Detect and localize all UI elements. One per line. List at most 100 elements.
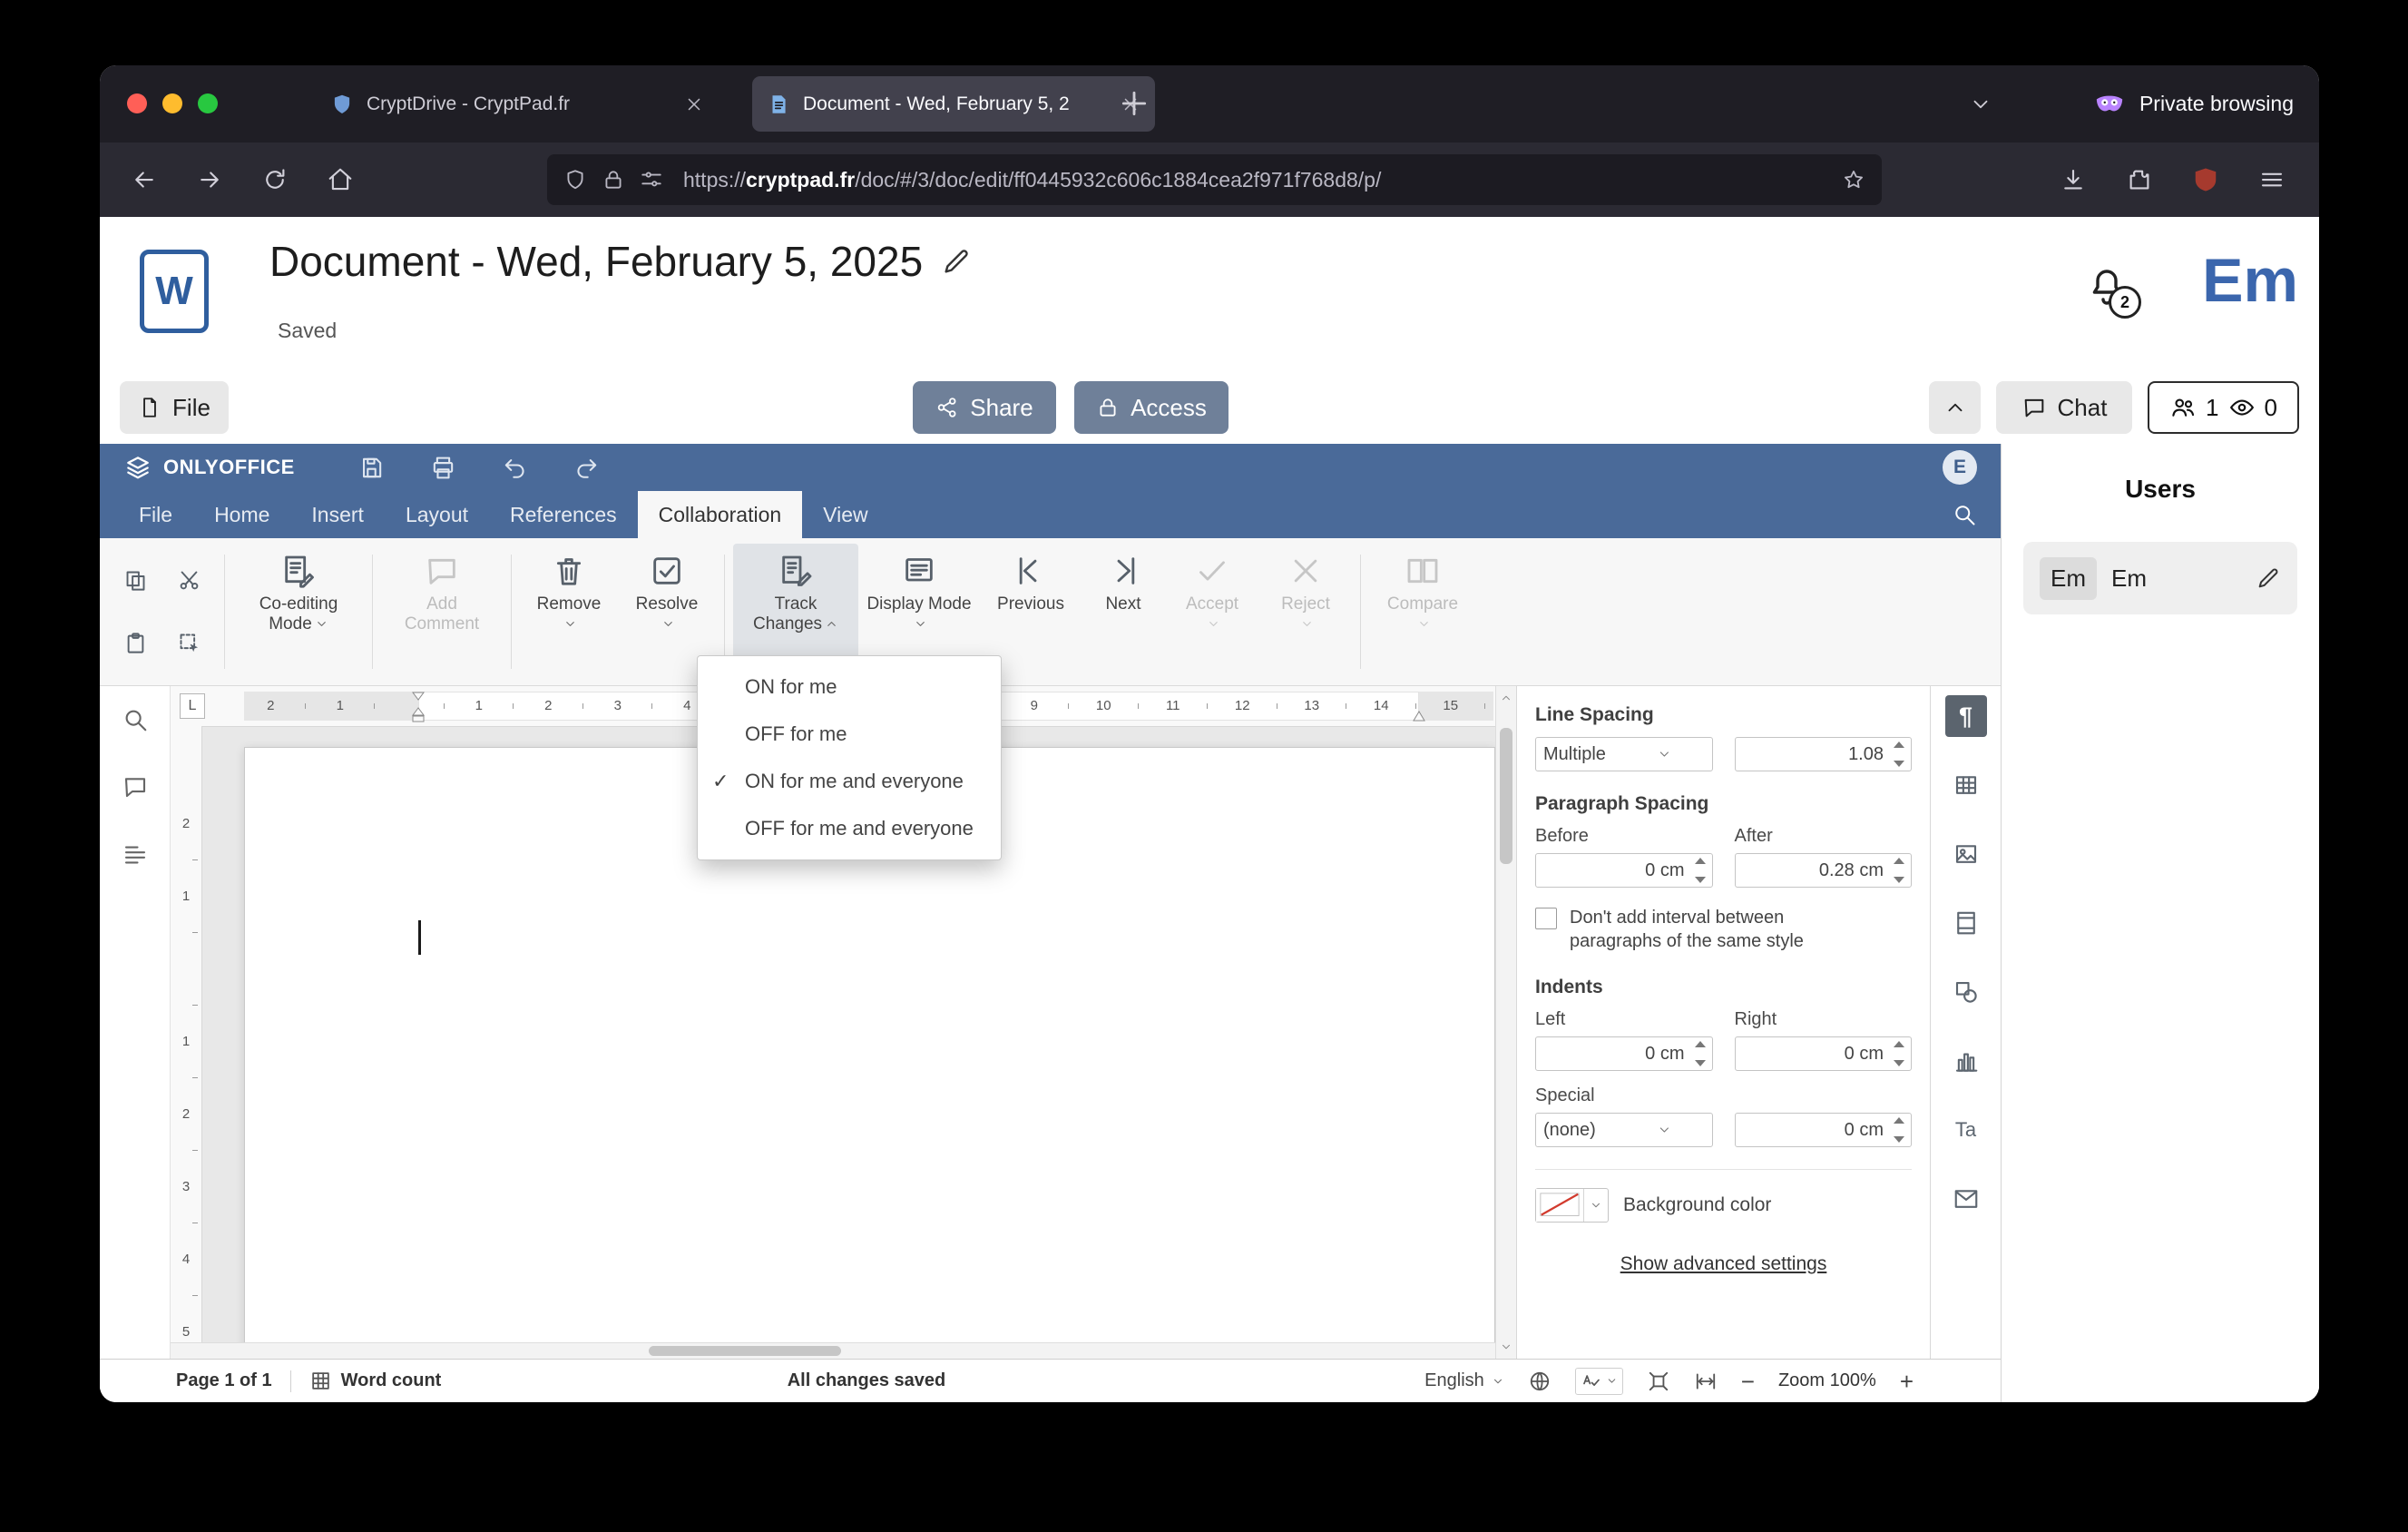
share-button[interactable]: Share bbox=[913, 381, 1056, 434]
select-all-icon[interactable] bbox=[177, 631, 201, 655]
indent-right-spinner[interactable]: 0 cm bbox=[1734, 1036, 1912, 1071]
browser-tab-cryptdrive[interactable]: CryptDrive - CryptPad.fr bbox=[316, 76, 719, 132]
extensions-button[interactable] bbox=[2126, 166, 2153, 193]
close-window-button[interactable] bbox=[127, 93, 147, 113]
coediting-mode-button[interactable]: Co-editing Mode bbox=[233, 544, 364, 680]
no-interval-checkbox[interactable] bbox=[1535, 908, 1557, 929]
minimize-window-button[interactable] bbox=[162, 93, 182, 113]
vertical-scroll-thumb[interactable] bbox=[1500, 728, 1512, 864]
browser-tab-document[interactable]: Document - Wed, February 5, 2 bbox=[752, 76, 1155, 132]
collapse-toolbar-button[interactable] bbox=[1929, 381, 1981, 434]
indent-marker-right[interactable] bbox=[1412, 710, 1426, 722]
mail-merge-tab[interactable] bbox=[1945, 1178, 1987, 1220]
editor-menu-tab[interactable]: Collaboration bbox=[637, 491, 803, 538]
advanced-settings-link[interactable]: Show advanced settings bbox=[1535, 1253, 1912, 1275]
word-count-button[interactable]: Word count bbox=[309, 1370, 441, 1392]
zoom-level[interactable]: Zoom 100% bbox=[1778, 1370, 1876, 1391]
back-button[interactable] bbox=[131, 166, 158, 193]
shape-settings-tab[interactable] bbox=[1945, 971, 1987, 1013]
fit-page-icon[interactable] bbox=[1647, 1370, 1670, 1393]
page-indicator[interactable]: Page 1 of 1 bbox=[176, 1370, 272, 1391]
editor-menu-tab[interactable]: Home bbox=[193, 491, 290, 538]
chat-button[interactable]: Chat bbox=[1996, 381, 2132, 434]
new-tab-button[interactable] bbox=[1116, 85, 1152, 122]
find-icon[interactable] bbox=[122, 706, 149, 733]
close-tab-icon[interactable] bbox=[684, 94, 704, 114]
notifications-bell[interactable]: 2 bbox=[2085, 264, 2141, 319]
indent-left-spinner[interactable]: 0 cm bbox=[1535, 1036, 1713, 1071]
zoom-in-button[interactable]: + bbox=[1900, 1370, 1914, 1393]
tab-stop-selector[interactable]: L bbox=[180, 693, 205, 719]
ublock-origin-icon[interactable] bbox=[2192, 166, 2219, 193]
track-changes-menu-item[interactable]: ✓ OFF for me and everyone bbox=[698, 805, 1001, 852]
print-button[interactable] bbox=[430, 455, 456, 481]
text-art-settings-tab[interactable]: Ta bbox=[1945, 1109, 1987, 1151]
set-language-icon[interactable] bbox=[1528, 1370, 1551, 1393]
list-tabs-chevron-icon[interactable] bbox=[1969, 93, 1992, 116]
fit-width-icon[interactable] bbox=[1694, 1370, 1718, 1393]
edit-name-pencil-icon[interactable] bbox=[2256, 565, 2281, 591]
special-spinner[interactable]: 0 cm bbox=[1734, 1113, 1912, 1147]
editor-search-icon[interactable] bbox=[1952, 502, 1977, 527]
browser-nav-bar: https://cryptpad.fr/doc/#/3/doc/edit/ff0… bbox=[100, 142, 2319, 217]
editor-menu-tab[interactable]: View bbox=[802, 491, 888, 538]
save-button[interactable] bbox=[358, 455, 385, 481]
home-button[interactable] bbox=[327, 166, 354, 193]
zoom-out-button[interactable]: − bbox=[1741, 1370, 1755, 1393]
remove-comment-button[interactable]: Remove bbox=[520, 544, 618, 680]
permissions-icon[interactable] bbox=[640, 168, 663, 192]
scroll-up-icon[interactable] bbox=[1500, 692, 1512, 704]
participants-button[interactable]: 1 0 bbox=[2148, 381, 2299, 434]
access-button[interactable]: Access bbox=[1074, 381, 1228, 434]
track-changes-menu-item[interactable]: ✓ ON for me bbox=[698, 663, 1001, 711]
chevron-down-icon bbox=[1624, 1123, 1705, 1137]
file-button[interactable]: File bbox=[120, 381, 229, 434]
language-selector[interactable]: English bbox=[1424, 1370, 1504, 1391]
rename-pencil-icon[interactable] bbox=[941, 246, 972, 277]
scroll-down-icon[interactable] bbox=[1500, 1340, 1512, 1353]
spacing-before-spinner[interactable]: 0 cm bbox=[1535, 853, 1713, 888]
editor-menu-tab[interactable]: File bbox=[118, 491, 193, 538]
comments-panel-icon[interactable] bbox=[122, 773, 149, 800]
chart-settings-tab[interactable] bbox=[1945, 1040, 1987, 1082]
track-changes-menu-item[interactable]: ✓ ON for me and everyone bbox=[698, 758, 1001, 805]
track-changes-menu-item[interactable]: ✓ OFF for me bbox=[698, 711, 1001, 758]
line-spacing-select[interactable]: Multiple bbox=[1535, 737, 1713, 771]
url-bar[interactable]: https://cryptpad.fr/doc/#/3/doc/edit/ff0… bbox=[547, 154, 1882, 205]
spellcheck-toggle[interactable] bbox=[1574, 1367, 1623, 1395]
cut-icon[interactable] bbox=[177, 568, 201, 593]
forward-button[interactable] bbox=[196, 166, 223, 193]
horizontal-scroll-thumb[interactable] bbox=[649, 1346, 841, 1356]
table-settings-tab[interactable] bbox=[1945, 764, 1987, 806]
undo-button[interactable] bbox=[502, 455, 528, 481]
redo-button[interactable] bbox=[573, 455, 600, 481]
user-avatar[interactable]: Em bbox=[2202, 250, 2298, 311]
vertical-ruler[interactable]: 21123456 bbox=[171, 726, 202, 1343]
next-change-button[interactable]: Next bbox=[1082, 544, 1165, 680]
indent-marker-left[interactable] bbox=[411, 690, 426, 724]
image-settings-tab[interactable] bbox=[1945, 833, 1987, 875]
paste-icon[interactable] bbox=[123, 631, 148, 655]
tracking-protection-icon[interactable] bbox=[563, 168, 587, 192]
bookmark-star-icon[interactable] bbox=[1842, 168, 1865, 192]
track-changes-menu: ✓ ON for me ✓ OFF for me ✓ ON for me and… bbox=[697, 655, 1002, 860]
app-menu-button[interactable] bbox=[2258, 166, 2286, 193]
vertical-scrollbar[interactable] bbox=[1495, 686, 1516, 1359]
paragraph-settings-tab[interactable]: ¶ bbox=[1944, 695, 1987, 737]
copy-icon[interactable] bbox=[123, 568, 148, 593]
editor-menu-tab[interactable]: Layout bbox=[385, 491, 489, 538]
navigation-headings-icon[interactable] bbox=[122, 840, 149, 868]
editor-menu-tab[interactable]: References bbox=[489, 491, 638, 538]
horizontal-scrollbar[interactable] bbox=[171, 1342, 1495, 1359]
editor-menu-tab[interactable]: Insert bbox=[290, 491, 385, 538]
background-color-picker[interactable] bbox=[1535, 1188, 1609, 1223]
spacing-after-spinner[interactable]: 0.28 cm bbox=[1734, 853, 1912, 888]
special-select[interactable]: (none) bbox=[1535, 1113, 1713, 1147]
downloads-button[interactable] bbox=[2060, 166, 2087, 193]
header-footer-settings-tab[interactable] bbox=[1945, 902, 1987, 944]
reload-button[interactable] bbox=[261, 166, 289, 193]
line-spacing-spinner[interactable]: 1.08 bbox=[1734, 737, 1912, 771]
clipboard-group bbox=[109, 544, 216, 680]
connection-secure-icon[interactable] bbox=[602, 168, 625, 192]
maximize-window-button[interactable] bbox=[198, 93, 218, 113]
